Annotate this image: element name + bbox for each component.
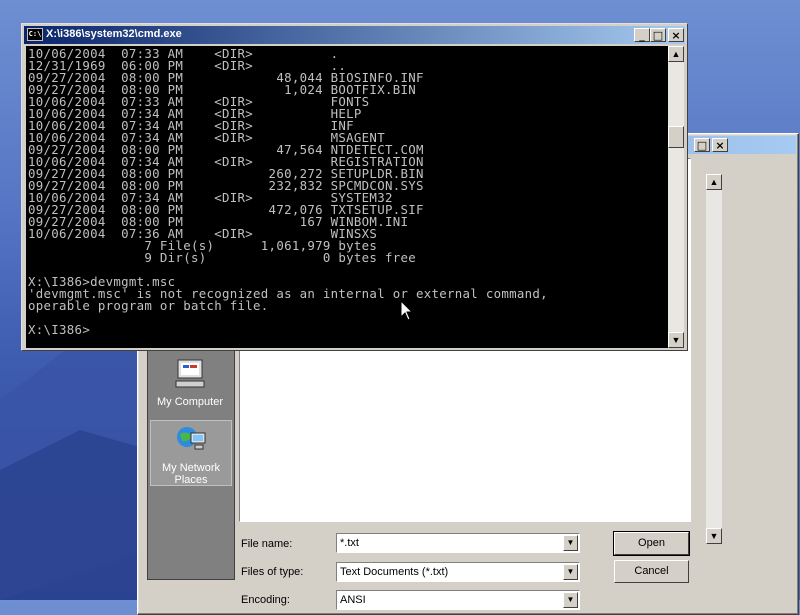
cmd-titlebar[interactable]: C:\ X:\i386\system32\cmd.exe _ □ × [24,26,685,44]
file-name-label: File name: [241,538,293,550]
file-name-value: *.txt [340,537,359,549]
cmd-maximize-button[interactable]: □ [650,28,666,42]
network-places-icon [177,427,206,450]
my-computer-icon [175,359,205,388]
chevron-down-icon[interactable]: ▼ [563,564,578,580]
scrollbar-thumb[interactable] [668,126,684,148]
cmd-close-button[interactable]: × [668,28,684,42]
open-button[interactable]: Open [613,531,690,556]
cmd-scrollbar[interactable]: ▲ ▼ [668,46,684,348]
encoding-label: Encoding: [241,594,290,606]
place-my-network-places[interactable]: My Network Places [150,420,232,486]
dialog-maximize-button[interactable]: □ [694,138,710,152]
dialog-close-button[interactable]: × [712,138,728,152]
place-my-computer[interactable]: My Computer [150,357,230,408]
places-bar: My Computer My Network Places [147,346,235,580]
console-text: 10/06/2004 07:33 AM <DIR> . 12/31/1969 0… [28,46,548,337]
mouse-pointer-icon [400,300,414,321]
files-of-type-value: Text Documents (*.txt) [340,566,449,578]
chevron-down-icon[interactable]: ▼ [563,592,578,608]
file-name-combobox[interactable]: *.txt ▼ [336,533,580,553]
scroll-up-arrow-icon[interactable]: ▲ [668,46,684,62]
scroll-up-arrow-icon[interactable]: ▲ [706,174,722,190]
files-of-type-select[interactable]: Text Documents (*.txt) ▼ [336,562,580,582]
file-list-scrollbar[interactable]: ▲ ▼ [706,174,722,544]
console-icon[interactable]: C:\ [27,28,43,41]
encoding-value: ANSI [340,594,366,606]
cancel-button[interactable]: Cancel [614,560,689,583]
cmd-window-title: X:\i386\system32\cmd.exe [46,28,182,40]
scroll-down-arrow-icon[interactable]: ▼ [706,528,722,544]
cmd-minimize-button[interactable]: _ [634,28,650,42]
place-label: My Computer [156,396,224,408]
files-of-type-label: Files of type: [241,566,304,578]
cmd-window: C:\ X:\i386\system32\cmd.exe _ □ × 10/06… [21,23,688,351]
chevron-down-icon[interactable]: ▼ [563,535,578,551]
scroll-down-arrow-icon[interactable]: ▼ [668,332,684,348]
encoding-select[interactable]: ANSI ▼ [336,590,580,610]
console-output-area[interactable]: 10/06/2004 07:33 AM <DIR> . 12/31/1969 0… [26,46,668,348]
place-label: My Network Places [161,462,221,486]
